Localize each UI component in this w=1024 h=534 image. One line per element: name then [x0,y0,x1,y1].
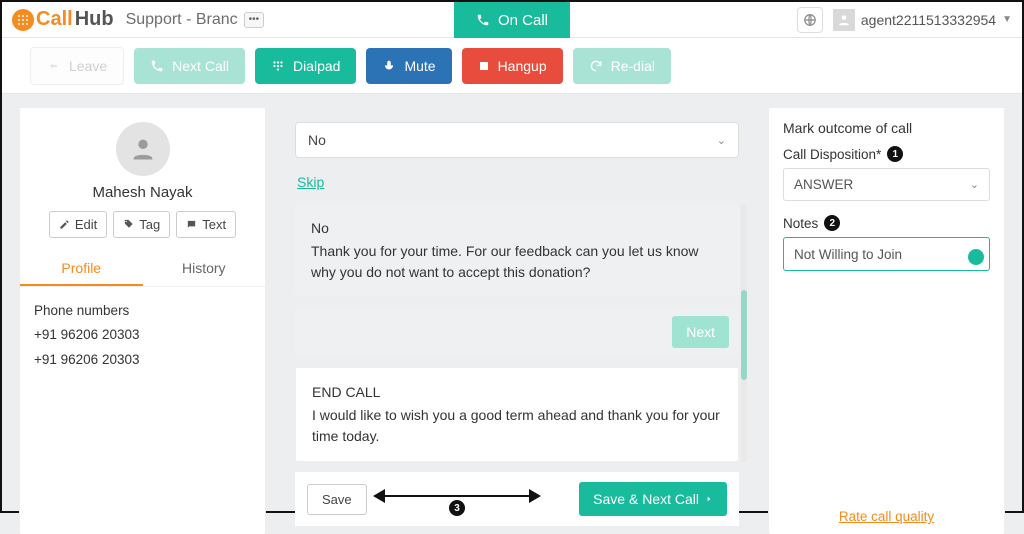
profile-body: Phone numbers +91 96206 20303 +91 96206 … [20,287,265,384]
language-button[interactable] [797,7,823,33]
pencil-icon [59,219,70,230]
person-icon [129,135,157,163]
notes-wrap [783,237,990,271]
chat-icon [186,219,197,230]
call-toolbar: Leave Next Call Dialpad Mute Hangup Re-d… [2,38,1022,94]
page-title-text: Support - Branc [126,11,238,29]
header-right: agent2211513332954 ▼ [797,7,1012,33]
contact-avatar [116,122,170,176]
outcome-panel: Mark outcome of call Call Disposition* 1… [769,108,1004,534]
logo: CallHub [12,8,114,31]
redial-label: Re-dial [611,58,655,74]
phone-number-1: +91 96206 20303 [34,323,251,347]
redial-icon [589,59,603,73]
phone-numbers-label: Phone numbers [34,299,251,323]
script-area: No Thank you for your time. For our feed… [295,204,739,462]
script-panel: No ⌄ Skip No Thank you for your time. Fo… [279,108,755,534]
resize-handle-icon[interactable] [968,249,984,265]
mute-label: Mute [404,58,435,74]
contact-name: Mahesh Nayak [20,184,265,201]
leave-icon [47,59,61,73]
notes-input[interactable] [783,237,990,271]
chevron-down-icon: ⌄ [717,134,726,147]
phone-icon [476,13,490,27]
outcome-heading: Mark outcome of call [783,120,990,136]
main-area: Mahesh Nayak Edit Tag Text Profile Histo… [2,94,1022,511]
rate-call-quality-link[interactable]: Rate call quality [769,509,1004,524]
save-next-label: Save & Next Call [593,491,699,507]
dialpad-button[interactable]: Dialpad [255,48,356,84]
title-more-button[interactable]: ••• [244,12,265,28]
annotation-badge-3: 3 [449,500,465,516]
on-call-label: On Call [498,12,548,29]
phone-icon [150,59,164,73]
globe-icon [803,13,817,27]
hangup-button[interactable]: Hangup [462,48,563,84]
save-button[interactable]: Save [307,484,367,515]
script-block-response: No Thank you for your time. For our feed… [295,204,739,297]
edit-label: Edit [75,217,97,232]
agent-name: agent2211513332954 [861,12,996,28]
user-menu[interactable]: agent2211513332954 ▼ [833,9,1012,31]
skip-link[interactable]: Skip [297,174,324,190]
script-bottom-bar: Save Save & Next Call 3 [295,471,739,526]
annotation-badge-1: 1 [887,146,903,162]
tag-icon [123,219,134,230]
annotation-arrow: 3 [375,486,539,506]
disposition-value: ANSWER [794,177,853,192]
text-contact-button[interactable]: Text [176,211,236,238]
top-header: CallHub Support - Branc ••• On Call agen… [2,2,1022,38]
leave-button[interactable]: Leave [30,47,124,85]
text-label: Text [202,217,226,232]
script-next-button[interactable]: Next [672,316,729,348]
edit-contact-button[interactable]: Edit [49,211,107,238]
phone-number-2: +91 96206 20303 [34,348,251,372]
script-block-body: I would like to wish you a good term ahe… [312,405,722,447]
logo-mark-icon [12,9,34,31]
next-call-label: Next Call [172,58,229,74]
script-next-row: Next [295,309,739,355]
notes-label: Notes [783,216,818,231]
answer-value: No [308,132,326,148]
answer-select[interactable]: No ⌄ [295,122,739,158]
script-block-title: END CALL [312,382,722,403]
script-block-body: Thank you for your time. For our feedbac… [311,241,723,283]
stop-icon [478,60,490,72]
chevron-down-icon: ⌄ [970,178,979,191]
scrollbar-thumb[interactable] [741,290,747,380]
redial-button[interactable]: Re-dial [573,48,671,84]
script-block-endcall: END CALL I would like to wish you a good… [295,367,739,462]
tab-history[interactable]: History [143,252,266,286]
user-avatar-icon [833,9,855,31]
tag-label: Tag [139,217,160,232]
dialpad-icon [271,59,285,73]
disposition-label-row: Call Disposition* 1 [783,146,990,162]
contact-panel: Mahesh Nayak Edit Tag Text Profile Histo… [20,108,265,534]
chevron-down-icon: ▼ [1002,14,1012,25]
logo-text-hub: Hub [75,8,114,31]
save-next-call-button[interactable]: Save & Next Call [579,482,727,516]
annotation-badge-2: 2 [824,215,840,231]
disposition-select[interactable]: ANSWER ⌄ [783,168,990,201]
mute-button[interactable]: Mute [366,48,451,84]
contact-tabs: Profile History [20,252,265,287]
chevron-right-icon [705,494,713,504]
page-title: Support - Branc ••• [126,11,265,29]
on-call-status[interactable]: On Call [454,2,570,38]
leave-label: Leave [69,58,107,74]
tab-profile[interactable]: Profile [20,252,143,286]
contact-actions: Edit Tag Text [20,211,265,238]
script-block-title: No [311,218,723,239]
next-call-button[interactable]: Next Call [134,48,245,84]
logo-text-call: Call [36,8,73,31]
disposition-label: Call Disposition* [783,147,881,162]
hangup-label: Hangup [498,58,547,74]
notes-label-row: Notes 2 [783,215,990,231]
mic-icon [382,59,396,73]
dialpad-label: Dialpad [293,58,340,74]
tag-contact-button[interactable]: Tag [113,211,170,238]
